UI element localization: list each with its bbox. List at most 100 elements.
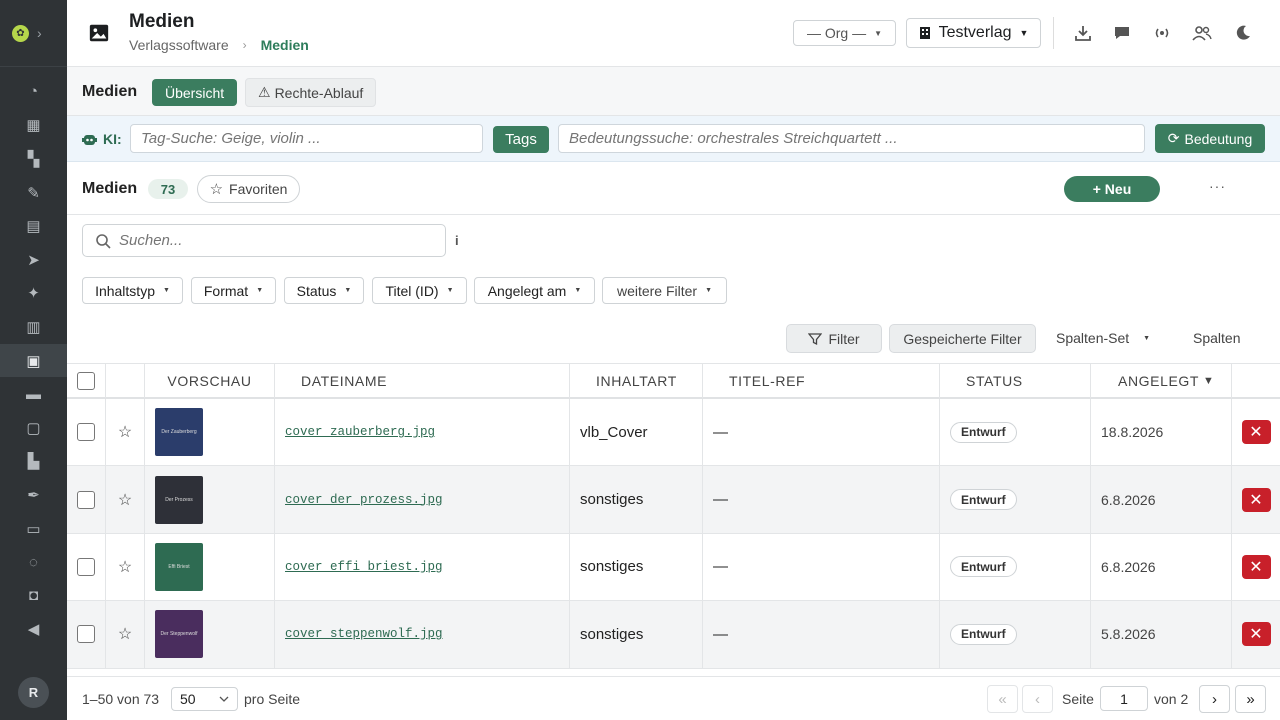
ai-search-bar: KI: Tags ⟳ Bedeutung	[67, 116, 1280, 162]
search-input[interactable]	[119, 232, 419, 249]
row-checkbox[interactable]	[77, 625, 95, 644]
star-icon[interactable]: ☆	[118, 624, 132, 644]
sidebar-item-briefcase[interactable]: ▬	[0, 377, 67, 411]
sidebar-item-user-edit[interactable]: ✎	[0, 176, 67, 210]
delete-button[interactable]: ✕	[1241, 554, 1271, 579]
sidebar-item-calendar[interactable]: ▦	[0, 109, 67, 143]
filter-title-id[interactable]: Titel (ID) ▼	[372, 277, 467, 304]
breadcrumb-root[interactable]: Verlagssoftware	[129, 37, 229, 53]
filename-link[interactable]: cover_effi_briest.jpg	[285, 560, 443, 574]
meaning-search-input[interactable]	[558, 124, 1145, 153]
table-row[interactable]: ☆ Der Zauberberg cover_zauberberg.jpg vl…	[67, 399, 1280, 467]
cover-thumbnail[interactable]: Effi Briest	[155, 542, 203, 591]
user-avatar[interactable]: R	[18, 677, 49, 708]
cover-thumbnail[interactable]: Der Prozess	[155, 475, 203, 524]
select-all-cell	[67, 364, 106, 398]
page-number-input[interactable]: 1	[1100, 686, 1148, 711]
table-row[interactable]: ☆ Der Steppenwolf cover_steppenwolf.jpg …	[67, 601, 1280, 669]
table-row[interactable]: ☆ Der Prozess cover_der_prozess.jpg sons…	[67, 466, 1280, 534]
created-date: 5.8.2026	[1101, 626, 1156, 643]
table-row[interactable]: ☆ Effi Briest cover_effi_briest.jpg sons…	[67, 533, 1280, 602]
info-icon[interactable]: i	[455, 233, 459, 248]
app-logo-icon[interactable]: ✿	[12, 24, 29, 42]
column-set-select[interactable]: Spalten-Set ▼	[1056, 330, 1150, 346]
chat-icon[interactable]	[1111, 22, 1133, 44]
download-icon[interactable]	[1072, 22, 1094, 44]
tab-overview[interactable]: Übersicht	[152, 79, 238, 106]
row-checkbox[interactable]	[77, 490, 95, 509]
sidebar-item-wallet[interactable]: ▭	[0, 512, 67, 546]
content-type-value: sonstiges	[580, 491, 644, 509]
filename-link[interactable]: cover_steppenwolf.jpg	[285, 627, 443, 641]
bulb-icon: ✦	[27, 285, 40, 303]
filter-status[interactable]: Status ▼	[284, 277, 364, 304]
column-header-status[interactable]: STATUS	[940, 364, 1091, 398]
favorites-button[interactable]: ☆ Favoriten	[197, 175, 300, 203]
delete-button[interactable]: ✕	[1241, 622, 1271, 647]
pagination-footer: 1–50 von 73 50 pro Seite « ‹ Seite 1 von…	[67, 676, 1280, 720]
tenant-select[interactable]: Testverlag ▼	[906, 18, 1041, 48]
page-size-select[interactable]: 50	[171, 687, 238, 711]
sidebar-item-feather[interactable]: ✒	[0, 478, 67, 512]
sidebar-item-sync[interactable]: ◌	[0, 545, 67, 579]
select-all-checkbox[interactable]	[77, 372, 95, 390]
sidebar-item-bulb[interactable]: ✦	[0, 277, 67, 311]
sidebar-item-books[interactable]: ▙	[0, 445, 67, 479]
users-icon[interactable]	[1191, 22, 1213, 44]
filter-button[interactable]: Filter	[786, 324, 882, 353]
saved-filter-button[interactable]: Gespeicherte Filter	[889, 324, 1036, 353]
ai-label: KI:	[82, 131, 122, 147]
filename-link[interactable]: cover_der_prozess.jpg	[285, 493, 443, 507]
tags-button[interactable]: Tags	[493, 126, 549, 153]
column-set-label: Spalten-Set	[1056, 330, 1130, 346]
first-page-button[interactable]: «	[987, 685, 1018, 713]
column-header-filename[interactable]: DATEINAME	[275, 364, 570, 398]
sync-icon: ◌	[29, 553, 38, 571]
column-header-created[interactable]: ANGELEGT ▼	[1091, 364, 1232, 398]
column-header-title-ref[interactable]: TITEL-REF	[703, 364, 940, 398]
sidebar-item-media[interactable]: ▣	[0, 343, 67, 378]
column-header-content-type[interactable]: INHALTART	[570, 364, 703, 398]
filter-format[interactable]: Format ▼	[191, 277, 276, 304]
meaning-search-button[interactable]: ⟳ Bedeutung	[1155, 124, 1265, 153]
star-icon[interactable]: ☆	[118, 422, 132, 442]
filename-link[interactable]: cover_zauberberg.jpg	[285, 425, 435, 439]
page-label: Seite	[1062, 691, 1094, 707]
sidebar-item-inbox[interactable]: ▤	[0, 209, 67, 243]
row-checkbox[interactable]	[77, 557, 95, 576]
sidebar-item-library[interactable]: ▥	[0, 310, 67, 344]
next-page-button[interactable]: ›	[1199, 685, 1230, 713]
sidebar-item-grid[interactable]: ▚	[0, 142, 67, 176]
sidebar-item-contacts[interactable]: ▢	[0, 411, 67, 445]
chevron-right-icon[interactable]: ›	[37, 25, 42, 41]
thumbnail-text: Der Steppenwolf	[160, 631, 198, 638]
sidebar-item-bag[interactable]: ◘	[0, 579, 67, 613]
library-icon: ▥	[26, 318, 41, 336]
filter-button-label: Filter	[828, 330, 860, 347]
per-page-label: pro Seite	[244, 691, 301, 707]
more-menu-icon[interactable]: ···	[1209, 178, 1226, 194]
prev-page-button[interactable]: ‹	[1022, 685, 1053, 713]
cover-thumbnail[interactable]: Der Steppenwolf	[155, 610, 203, 659]
cover-thumbnail[interactable]: Der Zauberberg	[155, 408, 203, 457]
org-select[interactable]: — Org — ▼	[793, 20, 896, 46]
dashboard-icon: ◔	[28, 83, 39, 101]
delete-button[interactable]: ✕	[1241, 420, 1271, 445]
filter-more[interactable]: weitere Filter ▼	[602, 277, 727, 304]
delete-button[interactable]: ✕	[1241, 487, 1271, 512]
sidebar-item-send[interactable]: ➤	[0, 243, 67, 277]
columns-button[interactable]: Spalten	[1193, 330, 1240, 346]
tab-rights-expiry[interactable]: ⚠ Rechte-Ablauf	[245, 78, 377, 107]
sidebar-item-speaker[interactable]: ◀	[0, 613, 67, 647]
moon-icon[interactable]	[1232, 22, 1254, 44]
star-icon[interactable]: ☆	[118, 490, 132, 510]
star-icon[interactable]: ☆	[118, 557, 132, 577]
sidebar-item-dashboard[interactable]: ◔	[0, 75, 67, 109]
filter-created-at[interactable]: Angelegt am ▼	[474, 277, 595, 304]
filter-content-type[interactable]: Inhaltstyp ▼	[82, 277, 183, 304]
tag-search-input[interactable]	[130, 124, 483, 153]
new-button[interactable]: + Neu	[1064, 176, 1160, 202]
broadcast-icon[interactable]	[1151, 22, 1173, 44]
row-checkbox[interactable]	[77, 423, 95, 442]
last-page-button[interactable]: »	[1235, 685, 1266, 713]
